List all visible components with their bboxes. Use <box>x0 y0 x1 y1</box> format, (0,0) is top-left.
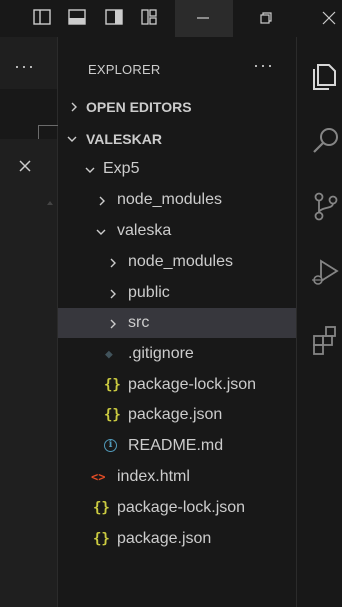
explorer-panel: EXPLORER ··· OPEN EDITORS VALESKAR Exp5 … <box>58 37 296 607</box>
close-icon[interactable] <box>320 9 338 27</box>
extensions-icon[interactable] <box>309 323 342 357</box>
html-brackets-icon: <> <box>91 470 106 484</box>
tree-item-file[interactable]: <> index.html <box>58 462 296 492</box>
section-label: OPEN EDITORS <box>86 99 192 115</box>
tree-item-file[interactable]: {} package-lock.json <box>58 370 296 400</box>
section-open-editors[interactable]: OPEN EDITORS <box>58 91 296 121</box>
json-braces-icon: {} <box>93 500 110 516</box>
tree-item-label: .gitignore <box>128 345 194 362</box>
tree-item-file[interactable]: ◆ .gitignore <box>58 339 296 369</box>
scroll-up-arrow-icon[interactable] <box>47 201 53 205</box>
section-label: VALESKAR <box>86 131 162 147</box>
explorer-title: EXPLORER <box>88 62 161 77</box>
tree-item-label: README.md <box>128 437 224 454</box>
editor-more-actions[interactable]: ··· <box>14 57 35 75</box>
activity-bar <box>296 37 342 607</box>
chevron-right-icon <box>68 100 80 112</box>
tree-item-label: valeska <box>117 222 172 239</box>
tree-item-folder[interactable]: node_modules <box>58 247 296 277</box>
chevron-right-icon <box>96 194 108 206</box>
explorer-more-actions[interactable]: ··· <box>253 55 274 76</box>
json-braces-icon: {} <box>104 377 121 393</box>
tree-item-folder[interactable]: node_modules <box>58 185 296 215</box>
tree-item-label: src <box>128 314 150 331</box>
tree-item-label: node_modules <box>128 253 233 270</box>
tree-item-file[interactable]: {} package.json <box>58 400 296 430</box>
chevron-right-icon <box>107 287 119 299</box>
chevron-down-icon <box>66 132 78 144</box>
tree-item-label: package-lock.json <box>117 499 246 516</box>
tree-item-label: package-lock.json <box>128 376 257 393</box>
search-icon[interactable] <box>309 123 342 157</box>
info-icon: i <box>104 439 117 452</box>
json-braces-icon: {} <box>104 407 121 423</box>
close-icon[interactable] <box>18 159 32 173</box>
tree-item-folder-selected[interactable]: src <box>58 308 296 338</box>
toggle-secondary-sidebar-icon[interactable] <box>104 7 124 27</box>
tree-item-file[interactable]: i README.md <box>58 431 296 461</box>
tree-item-label: node_modules <box>117 191 222 208</box>
tab-divider-vertical <box>38 125 39 139</box>
tree-item-label: public <box>128 284 170 301</box>
minimize-icon[interactable] <box>194 9 212 27</box>
run-debug-icon[interactable] <box>309 255 342 289</box>
editor-tab-area <box>0 89 57 139</box>
chevron-right-icon <box>107 317 119 329</box>
source-control-icon[interactable] <box>309 189 342 223</box>
section-workspace[interactable]: VALESKAR <box>58 123 296 153</box>
tree-item-folder[interactable]: Exp5 <box>58 154 296 184</box>
toggle-primary-sidebar-icon[interactable] <box>32 7 52 27</box>
tree-item-label: package.json <box>117 530 212 547</box>
json-braces-icon: {} <box>93 531 110 547</box>
tree-item-folder[interactable]: valeska <box>58 216 296 246</box>
title-bar <box>0 0 342 37</box>
chevron-right-icon <box>107 256 119 268</box>
tab-divider <box>38 125 58 126</box>
tree-item-file[interactable]: {} package.json <box>58 524 296 554</box>
chevron-down-icon <box>95 225 107 237</box>
tree-item-file[interactable]: {} package-lock.json <box>58 493 296 523</box>
restore-icon[interactable] <box>257 9 275 27</box>
toggle-panel-icon[interactable] <box>67 7 87 27</box>
editor-strip: ··· <box>0 37 58 607</box>
tree-item-label: Exp5 <box>103 160 140 177</box>
tree-item-label: package.json <box>128 406 223 423</box>
customize-layout-icon[interactable] <box>139 7 159 27</box>
tree-item-label: index.html <box>117 468 190 485</box>
chevron-down-icon <box>84 163 96 175</box>
git-diamond-icon: ◆ <box>105 347 113 362</box>
explorer-files-icon[interactable] <box>309 59 342 93</box>
tree-item-folder[interactable]: public <box>58 278 296 308</box>
